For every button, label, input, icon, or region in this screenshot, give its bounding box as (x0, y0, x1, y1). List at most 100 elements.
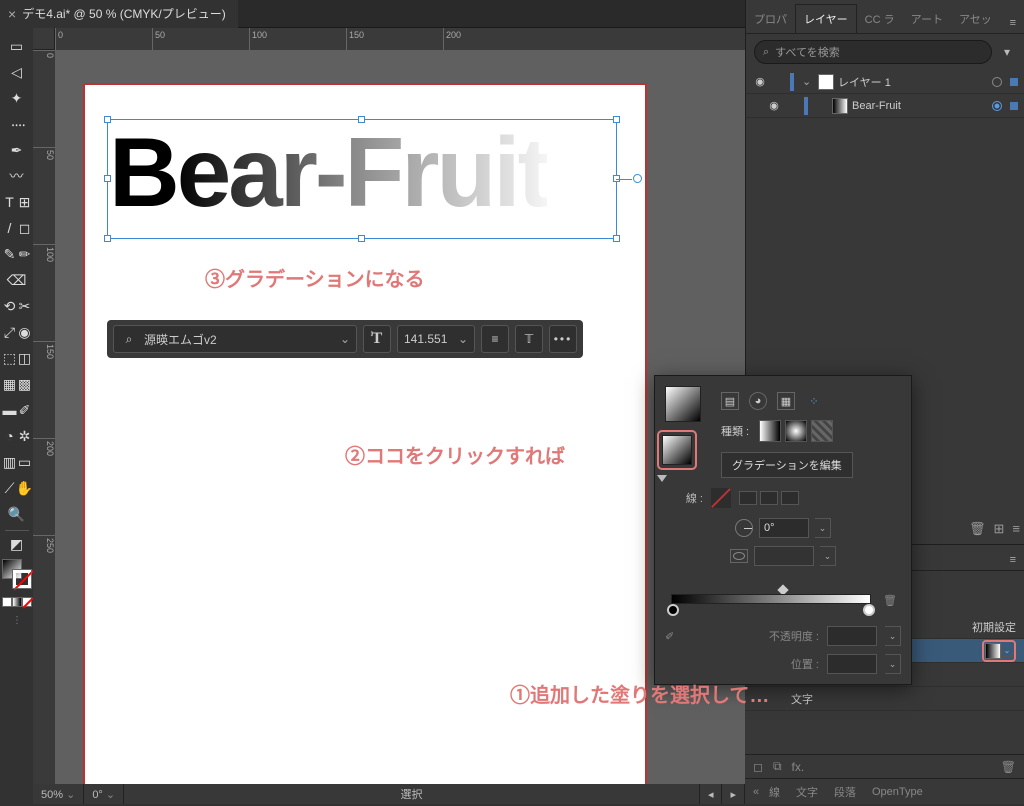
type-tool-icon[interactable]: T (2, 190, 18, 214)
selection-handle[interactable] (613, 235, 620, 242)
zoom-tool-icon[interactable]: 🔍 (3, 502, 31, 526)
fill-swatch-highlight[interactable]: ⌄ (982, 640, 1016, 662)
selection-handle[interactable] (104, 116, 111, 123)
solid-color-icon[interactable] (2, 597, 12, 607)
delete-stop-icon[interactable]: 🗑 (883, 594, 897, 607)
tab-opentype[interactable]: OpenType (864, 780, 931, 804)
pen-tool-icon[interactable]: ✒ (3, 138, 31, 162)
gradient-stop-left[interactable] (667, 604, 679, 616)
type-options-icon[interactable]: 𝕋 (515, 325, 543, 353)
panel-menu-icon[interactable]: ≡ (1002, 13, 1024, 33)
rotate-tool-icon[interactable]: ⟲ (2, 294, 18, 318)
layer-row-1[interactable]: ◉ ⌄ レイヤー 1 (746, 70, 1024, 94)
artboard-nav-next[interactable]: ▸ (722, 784, 745, 804)
trash-icon[interactable]: 🗑 (1001, 760, 1016, 774)
filter-icon[interactable]: ▾ (998, 43, 1016, 61)
sublayer-name[interactable]: Bear-Fruit (852, 100, 901, 112)
brush-tool-icon[interactable]: ✎ (2, 242, 18, 266)
color-wheel-icon[interactable]: ◕ (749, 392, 767, 410)
mesh-tool-icon[interactable]: ▩ (18, 372, 32, 396)
fill-stroke-swatch[interactable] (2, 559, 32, 589)
graph-tool-icon[interactable]: ▥ (2, 450, 18, 474)
ruler-origin[interactable] (33, 28, 55, 50)
stop-position-input[interactable] (827, 654, 877, 674)
tab-character[interactable]: 文字 (788, 778, 826, 806)
hand-tool-icon[interactable]: ✋ (18, 476, 32, 500)
blend-tool-icon[interactable]: ◔ (2, 424, 18, 448)
more-options-icon[interactable]: ••• (549, 325, 577, 353)
scissors-tool-icon[interactable]: ✂ (18, 294, 32, 318)
stroke-swatch[interactable] (12, 569, 32, 589)
chevron-down-icon[interactable] (452, 332, 468, 346)
chevron-down-icon[interactable]: ⌄ (815, 518, 831, 538)
zoom-level[interactable]: 50% (33, 784, 84, 804)
fx-icon[interactable]: fx. (792, 760, 805, 774)
swatch-dropdown-icon[interactable] (657, 475, 667, 482)
angle-input[interactable]: 0° (759, 518, 809, 538)
layer-name[interactable]: レイヤー 1 (838, 74, 891, 90)
tab-asset-export[interactable]: アセッ (951, 5, 1000, 33)
chevron-down-icon[interactable]: ⌄ (820, 546, 836, 566)
tab-layers[interactable]: レイヤー (795, 4, 857, 33)
target-icon[interactable] (992, 101, 1002, 111)
selection-tool-icon[interactable]: ▭ (3, 34, 31, 58)
artboard-tool-icon[interactable]: ▭ (18, 450, 32, 474)
eyedropper-icon[interactable]: ✐ (665, 630, 683, 643)
scale-tool-icon[interactable]: ⤢ (2, 320, 18, 344)
panel-menu-icon[interactable]: ≡ (1012, 521, 1020, 537)
gradient-lib-icon[interactable]: ▤ (721, 392, 739, 410)
gradient-tool-icon[interactable]: ▬ (2, 398, 18, 422)
symbol-tool-icon[interactable]: ✲ (18, 424, 32, 448)
delete-icon[interactable]: 🗑 (969, 521, 986, 537)
artboard-nav-prev[interactable]: ◂ (700, 784, 723, 804)
disclosure-icon[interactable]: ⌄ (802, 75, 814, 88)
lasso-tool-icon[interactable]: ᠁ (3, 112, 31, 136)
gradient-stop-right[interactable] (863, 604, 875, 616)
selection-handle[interactable] (358, 235, 365, 242)
chevron-down-icon[interactable]: ⌄ (1001, 645, 1013, 657)
tab-paragraph[interactable]: 段落 (826, 778, 864, 806)
none-color-icon[interactable] (22, 597, 32, 607)
swatches-icon[interactable]: ▦ (777, 392, 795, 410)
target-icon[interactable] (992, 77, 1002, 87)
width-tool-icon[interactable]: ◉ (18, 320, 32, 344)
perspective-tool-icon[interactable]: ▦ (2, 372, 18, 396)
curvature-tool-icon[interactable]: 〰 (3, 164, 31, 188)
magic-wand-tool-icon[interactable]: ✦ (3, 86, 31, 110)
gradient-panel[interactable]: ▤ ◕ ▦ ⁘ 種類 : グラデーションを編集 線 : (654, 375, 912, 685)
stroke-none-swatch[interactable] (711, 488, 731, 508)
eraser-tool-icon[interactable]: ⌫ (3, 268, 31, 292)
new-icon[interactable]: ⊞ (994, 521, 1005, 537)
clear-appearance-icon[interactable]: ◻ (753, 760, 763, 774)
canvas[interactable]: Bear-Fruit ③グラデーションになる ⌕ 源暎エムゴv2 (55, 50, 745, 784)
edit-gradient-button[interactable]: グラデーションを編集 (721, 452, 853, 478)
fill-swatch-icon[interactable] (985, 643, 1001, 659)
selection-bounding-box[interactable] (107, 119, 617, 239)
sublayer-row[interactable]: ◉ Bear-Fruit (746, 94, 1024, 118)
collapse-icon[interactable]: « (745, 780, 761, 804)
selection-handle[interactable] (358, 116, 365, 123)
tab-properties[interactable]: プロパ (746, 5, 795, 33)
color-mode-minis[interactable] (2, 597, 32, 607)
free-transform-tool-icon[interactable]: ⬚ (2, 346, 18, 370)
rectangle-tool-icon[interactable]: ◻ (18, 216, 32, 240)
radial-gradient-icon[interactable] (785, 420, 807, 442)
text-outport-icon[interactable] (633, 174, 642, 183)
selection-handle[interactable] (104, 175, 111, 182)
aspect-ratio-input[interactable] (754, 546, 814, 566)
line-tool-icon[interactable]: / (2, 216, 18, 240)
touch-type-tool-icon[interactable]: ⊞ (18, 190, 32, 214)
layers-search-input[interactable]: ⌕ すべてを検索 (754, 40, 992, 64)
chevron-down-icon[interactable] (334, 332, 350, 346)
document-tab[interactable]: × デモ4.ai* @ 50 % (CMYK/プレビュー) (0, 0, 238, 28)
stop-opacity-input[interactable] (827, 626, 877, 646)
rotate-view[interactable]: 0° (84, 784, 124, 804)
tab-cc-libraries[interactable]: CC ラ (857, 5, 903, 33)
tab-artboards[interactable]: アート (903, 5, 951, 33)
stroke-along-icon[interactable] (760, 491, 778, 505)
gradient-preview-swatch[interactable] (665, 386, 701, 422)
selection-indicator[interactable] (1010, 78, 1018, 86)
selection-handle[interactable] (613, 116, 620, 123)
chevron-down-icon[interactable]: ⌄ (885, 654, 901, 674)
horizontal-ruler[interactable]: 0 50 100 150 200 (55, 28, 745, 50)
